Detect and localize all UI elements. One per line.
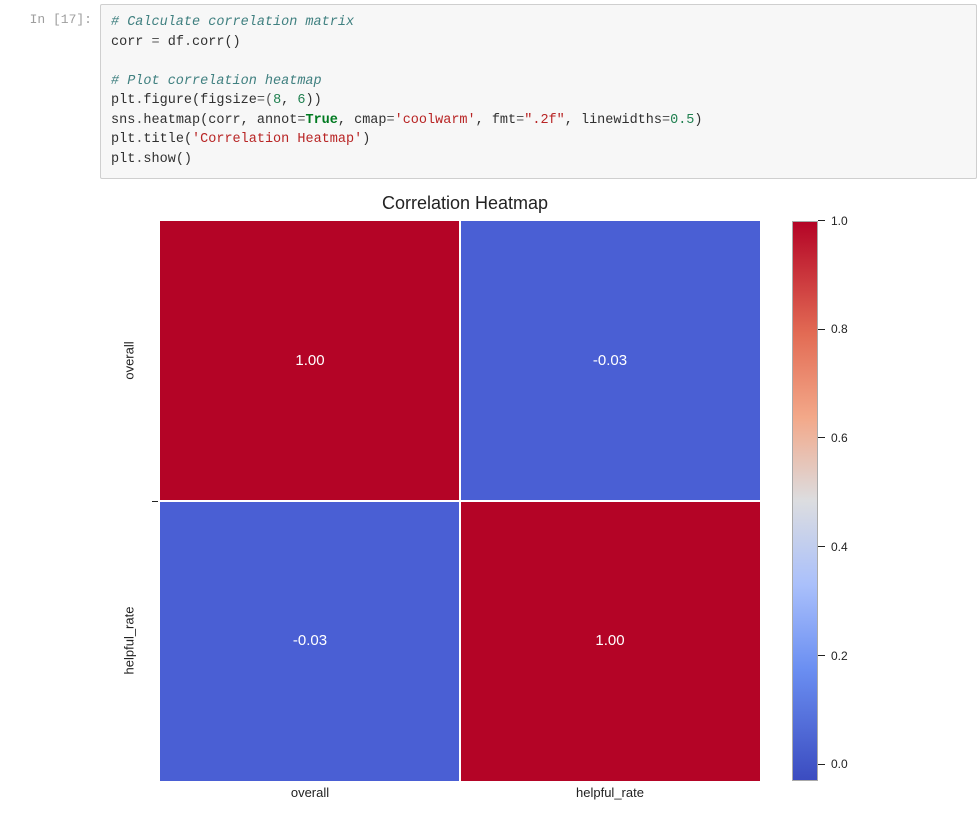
y-tick: [152, 501, 158, 502]
x-label: helpful_rate: [460, 785, 760, 800]
y-label: helpful_rate: [100, 501, 158, 781]
code-cell: In [17]: # Calculate correlation matrix …: [0, 0, 977, 183]
y-axis-labels: overall helpful_rate: [100, 221, 158, 781]
x-label: overall: [160, 785, 460, 800]
heatmap-cell: 1.00: [460, 501, 760, 781]
grid-line: [160, 500, 760, 502]
colorbar: 1.0 0.8 0.6 0.4 0.2 0.0: [792, 221, 902, 781]
heatmap-cell: -0.03: [460, 221, 760, 501]
colorbar-gradient: [792, 221, 818, 781]
code-comment: # Plot correlation heatmap: [111, 74, 322, 89]
heatmap-cell: 1.00: [160, 221, 460, 501]
heatmap-cell: -0.03: [160, 501, 460, 781]
x-axis-labels: overall helpful_rate: [160, 785, 760, 800]
heatmap-chart: Correlation Heatmap overall helpful_rate…: [100, 193, 940, 813]
cell-prompt: In [17]:: [0, 4, 100, 179]
colorbar-tick: 0.4: [818, 540, 848, 554]
cell-output: Correlation Heatmap overall helpful_rate…: [0, 183, 977, 823]
colorbar-tick: 0.0: [818, 757, 848, 771]
chart-title: Correlation Heatmap: [100, 193, 830, 214]
colorbar-tick: 0.2: [818, 649, 848, 663]
colorbar-tick: 0.8: [818, 322, 848, 336]
code-editor[interactable]: # Calculate correlation matrix corr = df…: [100, 4, 977, 179]
prompt-label: In [17]:: [30, 12, 92, 27]
colorbar-tick: 0.6: [818, 431, 848, 445]
y-label: overall: [100, 221, 158, 501]
code-comment: # Calculate correlation matrix: [111, 15, 354, 30]
colorbar-tick: 1.0: [818, 214, 848, 228]
